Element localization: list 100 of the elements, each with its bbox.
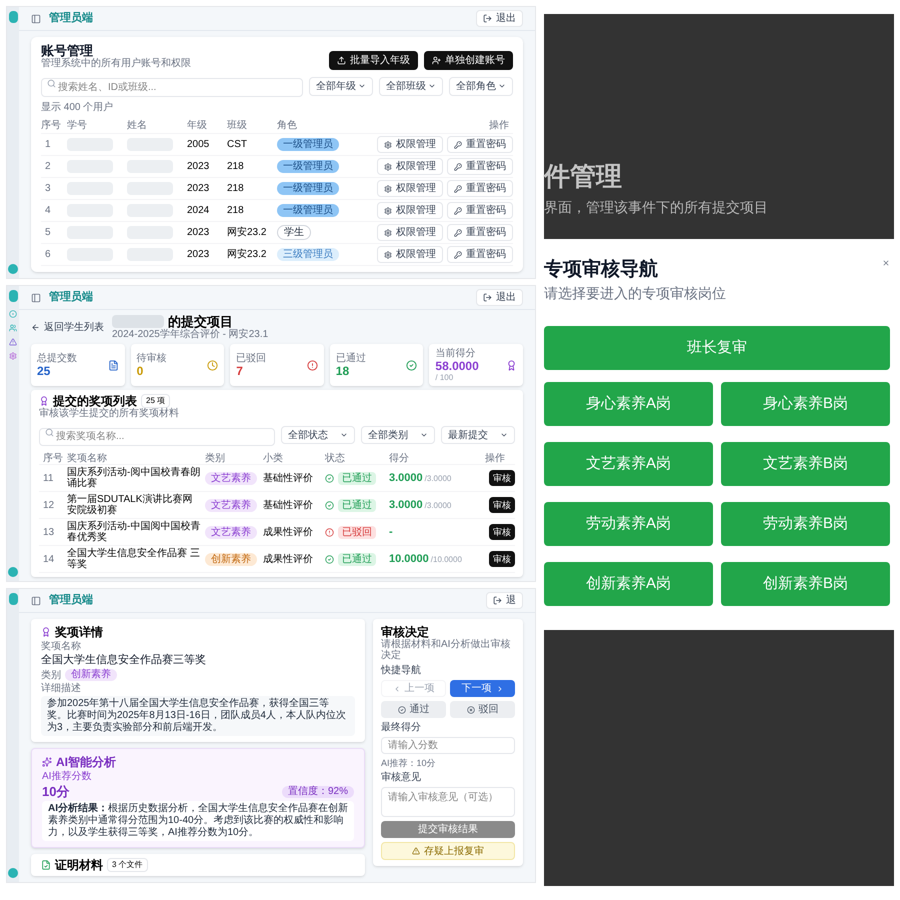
count-badge: 3 个文件: [107, 858, 148, 872]
logout-button[interactable]: 退出: [476, 289, 523, 306]
field-label: 审核意见: [381, 772, 422, 783]
reset-password-button[interactable]: 重置密码: [447, 246, 513, 263]
column-header: 班级: [227, 118, 248, 133]
permissions-button[interactable]: 权限管理: [377, 202, 443, 219]
column-header: 操作: [489, 119, 510, 133]
score-input[interactable]: 请输入分数: [381, 737, 515, 754]
table-cell-text: 2023: [187, 226, 210, 240]
ai-score: 10分: [42, 784, 70, 799]
table-cell-text: 2005: [187, 138, 210, 152]
warning-icon[interactable]: [9, 338, 17, 346]
alert-icon: [325, 528, 334, 536]
app-title: 管理员端: [49, 10, 93, 26]
reset-password-button[interactable]: 重置密码: [447, 180, 513, 197]
award-icon: [39, 396, 49, 406]
next-button[interactable]: 下一项: [450, 680, 515, 697]
create-account-button[interactable]: 单独创建账号: [424, 51, 513, 70]
category-tag: 文艺素养: [205, 472, 257, 484]
score-value: -: [389, 526, 393, 538]
import-button[interactable]: 批量导入年级: [329, 51, 418, 70]
key-icon: [454, 228, 462, 236]
permissions-button[interactable]: 权限管理: [377, 136, 443, 153]
filter-dropdown[interactable]: 全部角色: [449, 76, 513, 96]
award-icon: [506, 360, 517, 370]
permissions-button[interactable]: 权限管理: [377, 180, 443, 197]
table-cell-text: 2024: [187, 204, 210, 218]
filter-dropdown[interactable]: 全部状态: [281, 426, 355, 444]
reset-password-button[interactable]: 重置密码: [447, 158, 513, 175]
logout-button[interactable]: 退: [486, 592, 523, 609]
award-name: 国庆系列活动-中国阅中国校青春优秀奖: [67, 521, 201, 543]
section-subtitle: 审核该学生提交的所有奖项材料: [39, 408, 180, 419]
filter-dropdown[interactable]: 全部班级: [379, 76, 443, 96]
comment-input[interactable]: 请输入审核意见（可选）: [381, 787, 515, 817]
search-field[interactable]: 搜索奖项名称...: [39, 428, 275, 446]
section-subtitle: 请根据材料和AI分析做出审核决定: [381, 639, 512, 661]
check-circle-icon: [325, 554, 334, 564]
table-cell-text: 1: [44, 138, 52, 152]
score-max: /3.0000: [424, 500, 452, 510]
permissions-button[interactable]: 权限管理: [377, 158, 443, 175]
avatar: [8, 567, 18, 577]
table-cell-text: 6: [44, 248, 52, 262]
alert-icon: [306, 360, 318, 370]
column-header: 操作: [485, 452, 506, 466]
field-label: 类别: [41, 670, 61, 680]
review-button[interactable]: 审核: [489, 497, 515, 513]
award-name: 全国大学生信息安全作品赛三等奖: [41, 654, 207, 667]
table-cell-text: 网安23.2: [227, 226, 268, 240]
sidebar-toggle-icon[interactable]: [31, 14, 41, 24]
table-cell-text: 218: [227, 182, 245, 196]
reset-password-button[interactable]: 重置密码: [447, 224, 513, 241]
role-tag: 一级管理员: [277, 182, 339, 195]
logout-button[interactable]: 退出: [476, 10, 523, 27]
escalate-button[interactable]: 存疑上报复审: [381, 842, 515, 860]
table-cell-text: 基础性评价: [263, 500, 314, 510]
review-button[interactable]: 审核: [489, 551, 515, 567]
logo-mark: [8, 11, 18, 23]
status-tag: 已通过: [338, 552, 376, 566]
filter-dropdown[interactable]: 最新提交: [441, 426, 515, 444]
gear-icon: [384, 250, 392, 258]
column-header: 类别: [205, 452, 226, 466]
review-button[interactable]: 审核: [489, 470, 515, 486]
section-title: 提交的奖项列表: [53, 394, 137, 408]
warning-icon: [412, 847, 420, 855]
stat-value: 18: [336, 364, 350, 378]
settings-icon[interactable]: [9, 352, 17, 360]
app-title: 管理员端: [49, 290, 93, 306]
stat-label: 已驳回: [236, 352, 266, 364]
status-tag: 已驳回: [338, 526, 376, 538]
clock-icon: [207, 360, 218, 370]
table-cell-text: 12: [42, 500, 56, 510]
search-field[interactable]: 搜索姓名、ID或班级...: [41, 78, 303, 97]
sidebar-toggle-icon[interactable]: [31, 292, 41, 302]
gear-icon: [384, 206, 392, 214]
reset-password-button[interactable]: 重置密码: [447, 202, 513, 219]
section-title: AI智能分析: [56, 755, 116, 769]
chevron-down-icon: [428, 82, 436, 90]
upload-icon: [337, 56, 346, 65]
role-tag: 一级管理员: [277, 204, 339, 217]
check-circle-icon: [398, 706, 406, 714]
stat-label: 当前得分: [435, 348, 476, 359]
key-icon: [454, 140, 462, 148]
filter-dropdown[interactable]: 全部年级: [309, 76, 373, 96]
reject-button[interactable]: 驳回: [450, 701, 515, 718]
review-button[interactable]: 审核: [489, 524, 515, 540]
table-cell-text: 4: [44, 204, 52, 218]
permissions-button[interactable]: 权限管理: [377, 246, 443, 263]
section-title: 奖项详情: [55, 625, 103, 639]
permissions-button[interactable]: 权限管理: [377, 224, 443, 241]
back-link[interactable]: 返回学生列表: [31, 320, 104, 334]
column-header: 得分: [389, 452, 410, 466]
status-tag: 已通过: [338, 498, 376, 512]
reset-password-button[interactable]: 重置密码: [447, 136, 513, 153]
field-label: 奖项名称: [41, 641, 82, 652]
role-tag: 三级管理员: [277, 248, 339, 261]
approve-button[interactable]: 通过: [381, 701, 446, 718]
filter-dropdown[interactable]: 全部类别: [361, 426, 435, 444]
sidebar-toggle-icon[interactable]: [31, 596, 41, 606]
column-header: 小类: [263, 452, 284, 466]
close-icon[interactable]: [882, 259, 890, 267]
